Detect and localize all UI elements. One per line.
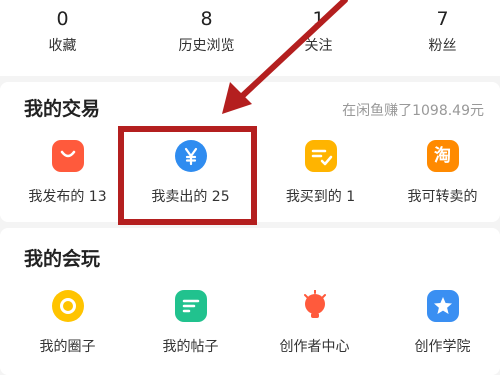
item-label: 我可转卖的 bbox=[407, 189, 478, 205]
item-creator-center[interactable]: 创作者中心 bbox=[252, 289, 377, 356]
stat-value: 7 bbox=[436, 8, 449, 30]
item-label: 我发布的 13 bbox=[28, 189, 107, 205]
item-label: 创作者中心 bbox=[279, 339, 350, 355]
shopping-bag-icon bbox=[51, 140, 84, 172]
stat-label: 关注 bbox=[304, 38, 333, 54]
tao-glyph: 淘 bbox=[434, 146, 451, 166]
circle-icon bbox=[51, 290, 84, 322]
stat-value: 8 bbox=[200, 8, 213, 30]
tao-icon: 淘 bbox=[426, 140, 459, 172]
play-section: 我的会玩 我的圈子 我的帖子 创作者中心 创作学院 bbox=[0, 228, 500, 375]
post-icon bbox=[174, 290, 207, 322]
item-my-posts[interactable]: 我的帖子 bbox=[128, 290, 253, 356]
stat-favorites[interactable]: 0 收藏 bbox=[0, 6, 125, 57]
stat-fans[interactable]: 7 粉丝 bbox=[380, 6, 500, 57]
annotation-highlight-box bbox=[118, 126, 257, 225]
item-creator-academy[interactable]: 创作学院 bbox=[380, 290, 500, 356]
item-label: 创作学院 bbox=[414, 339, 471, 355]
item-label: 我的帖子 bbox=[162, 339, 219, 355]
stat-label: 历史浏览 bbox=[178, 38, 235, 54]
star-icon bbox=[426, 290, 459, 322]
stat-value: 0 bbox=[56, 8, 69, 30]
section-title-play: 我的会玩 bbox=[24, 248, 101, 270]
stat-following[interactable]: 1 关注 bbox=[256, 6, 381, 57]
bulb-icon bbox=[299, 289, 331, 322]
earnings-text[interactable]: 在闲鱼赚了1098.49元 bbox=[342, 100, 484, 120]
stat-value: 1 bbox=[312, 8, 325, 30]
item-resellable[interactable]: 淘 我可转卖的 bbox=[380, 140, 500, 206]
item-label: 我的圈子 bbox=[39, 339, 96, 355]
stat-history[interactable]: 8 历史浏览 bbox=[144, 6, 269, 57]
item-my-published[interactable]: 我发布的 13 bbox=[5, 140, 130, 206]
checklist-icon bbox=[304, 140, 337, 172]
item-my-circles[interactable]: 我的圈子 bbox=[5, 290, 130, 356]
section-title-trade: 我的交易 bbox=[24, 98, 101, 120]
item-my-bought[interactable]: 我买到的 1 bbox=[258, 140, 383, 206]
stat-label: 收藏 bbox=[48, 38, 77, 54]
item-label: 我买到的 1 bbox=[285, 189, 356, 205]
stats-panel: 0 收藏 8 历史浏览 1 关注 7 粉丝 bbox=[0, 0, 500, 76]
stat-label: 粉丝 bbox=[428, 38, 457, 54]
